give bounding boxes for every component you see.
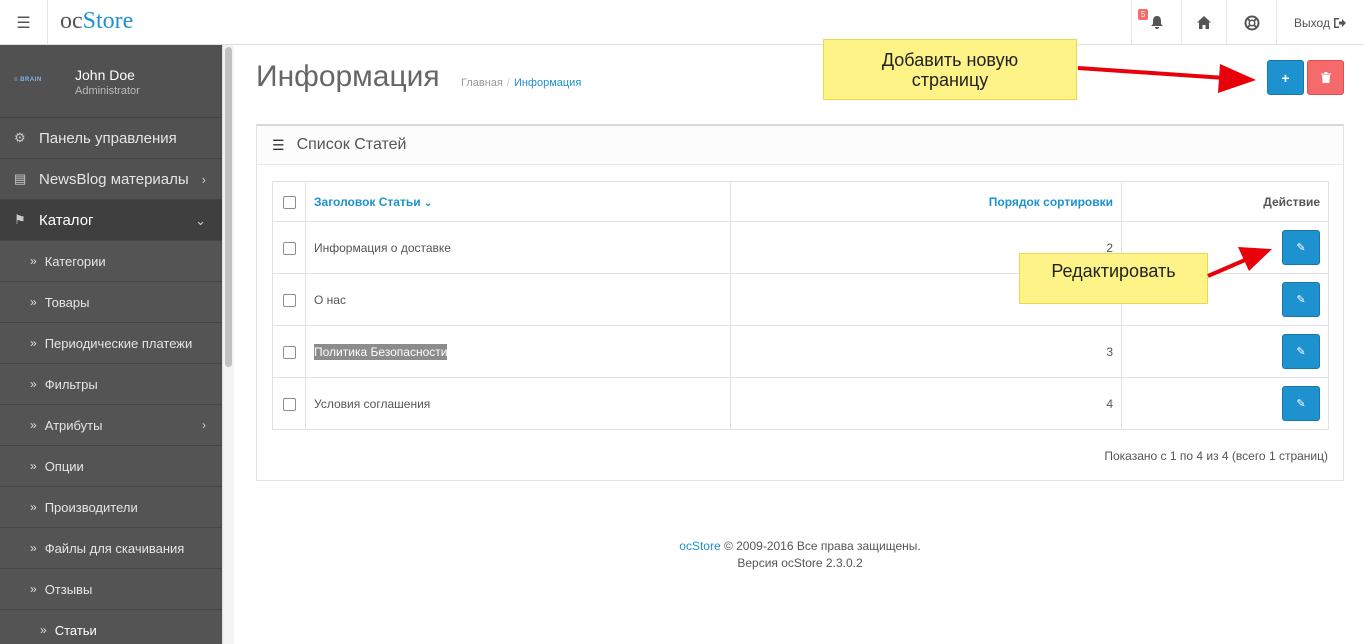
edit-button[interactable]: ✎ — [1282, 386, 1320, 421]
delete-button[interactable] — [1307, 60, 1344, 95]
row-checkbox[interactable] — [282, 293, 296, 307]
logo[interactable]: ocStore — [60, 8, 133, 35]
row-checkbox[interactable] — [282, 345, 296, 359]
sidebar-item-products[interactable]: » Товары — [0, 282, 222, 323]
sidebar-item-manufacturers[interactable]: » Производители — [0, 487, 222, 528]
sidebar-item-catalog[interactable]: ⚑ Каталог ⌄ — [0, 200, 222, 241]
row-checkbox[interactable] — [282, 241, 296, 255]
pagination-info: Показано с 1 по 4 из 4 (всего 1 страниц) — [1104, 449, 1328, 463]
tags-icon: ⚑ — [14, 212, 26, 227]
arrow-to-add-button — [1077, 64, 1256, 93]
sidebar-item-reviews[interactable]: » Отзывы — [0, 569, 222, 610]
lifebuoy-icon — [1244, 15, 1259, 30]
article-title: Условия соглашения — [305, 377, 731, 430]
article-title: Информация о доставке — [305, 221, 731, 274]
page-title: Информация — [256, 60, 440, 93]
breadcrumb-home-link[interactable]: Главная — [461, 77, 503, 89]
footer-version: Версия ocStore 2.3.0.2 — [737, 556, 863, 570]
double-chevron-icon: » — [40, 623, 47, 637]
pencil-icon: ✎ — [1296, 242, 1306, 254]
user-role: Administrator — [75, 85, 140, 97]
panel-title: Список Статей — [296, 136, 407, 153]
article-sort-order: 4 — [730, 377, 1122, 430]
double-chevron-icon: » — [30, 418, 37, 432]
double-chevron-icon: » — [30, 459, 37, 473]
scrollbar-thumb[interactable] — [225, 47, 232, 367]
sidebar-item-dashboard[interactable]: ⚙ Панель управления — [0, 118, 222, 159]
chevron-right-icon: › — [201, 172, 206, 187]
notification-badge: 5 — [1138, 9, 1149, 20]
sidebar-item-articles[interactable]: » Статьи — [0, 610, 222, 644]
user-profile[interactable]: ≡ BRAIN John Doe Administrator — [0, 45, 222, 118]
double-chevron-icon: » — [30, 336, 37, 350]
double-chevron-icon: » — [30, 500, 37, 514]
sidebar-item-recurring[interactable]: » Периодические платежи — [0, 323, 222, 364]
double-chevron-icon: » — [30, 295, 37, 309]
article-title: Политика Безопасности — [314, 343, 448, 360]
pencil-icon: ✎ — [1296, 346, 1306, 358]
annotation-add-page: Добавить новую страницу — [823, 39, 1077, 100]
column-header-sort-order[interactable]: Порядок сортировки — [730, 181, 1122, 222]
sidebar-scrollbar[interactable] — [222, 45, 234, 644]
edit-button[interactable]: ✎ — [1282, 282, 1320, 317]
home-icon — [1197, 16, 1211, 29]
select-all-checkbox[interactable] — [282, 195, 296, 209]
breadcrumb-current-link[interactable]: Информация — [514, 77, 581, 89]
sidebar: ≡ BRAIN John Doe Administrator ⚙ Панель … — [0, 45, 222, 644]
sort-caret-icon: ⌄ — [423, 197, 433, 209]
table-row: Условия соглашения 4 ✎ — [272, 377, 1329, 430]
menu-toggle-button[interactable]: ☰ — [0, 0, 48, 45]
pencil-icon: ✎ — [1296, 398, 1306, 410]
help-button[interactable] — [1226, 0, 1276, 45]
double-chevron-icon: » — [30, 582, 37, 596]
row-checkbox[interactable] — [282, 397, 296, 411]
footer-copyright: © 2009-2016 Все права защищены. — [720, 539, 921, 553]
panel-heading: ☰ Список Статей — [257, 126, 1343, 165]
top-header: ☰ ocStore 5 Выход — [0, 0, 1364, 45]
annotation-edit: Редактировать — [1019, 253, 1208, 304]
newspaper-icon: ▤ — [14, 171, 27, 186]
footer: ocStore © 2009-2016 Все права защищены. … — [256, 538, 1344, 572]
sidebar-item-categories[interactable]: » Категории — [0, 241, 222, 282]
avatar: ≡ BRAIN — [14, 77, 42, 83]
menu-icon: ☰ — [16, 14, 31, 32]
dashboard-icon: ⚙ — [14, 130, 26, 145]
articles-table: Заголовок Статьи ⌄ Порядок сортировки Де… — [272, 181, 1329, 430]
table-row: Политика Безопасности 3 ✎ — [272, 325, 1329, 378]
double-chevron-icon: » — [30, 541, 37, 555]
column-header-title[interactable]: Заголовок Статьи ⌄ — [305, 181, 731, 222]
chevron-down-icon: ⌄ — [195, 213, 206, 228]
logout-button[interactable]: Выход — [1276, 0, 1364, 45]
article-title: О нас — [305, 273, 731, 326]
table-header-row: Заголовок Статьи ⌄ Порядок сортировки Де… — [272, 181, 1329, 222]
breadcrumb: Главная / Информация — [461, 77, 581, 89]
edit-button[interactable]: ✎ — [1282, 230, 1320, 265]
user-name: John Doe — [75, 67, 135, 83]
article-sort-order: 3 — [730, 325, 1122, 378]
column-header-action: Действие — [1121, 181, 1329, 222]
trash-icon — [1320, 72, 1331, 83]
sign-out-icon — [1333, 17, 1346, 28]
edit-button[interactable]: ✎ — [1282, 334, 1320, 369]
sidebar-item-attributes[interactable]: » Атрибуты › — [0, 405, 222, 446]
sidebar-item-options[interactable]: » Опции — [0, 446, 222, 487]
sidebar-item-filters[interactable]: » Фильтры — [0, 364, 222, 405]
notifications-button[interactable]: 5 — [1131, 0, 1181, 45]
bell-icon — [1150, 16, 1163, 29]
double-chevron-icon: » — [30, 377, 37, 391]
add-button[interactable]: + — [1267, 60, 1304, 95]
sidebar-item-downloads[interactable]: » Файлы для скачивания — [0, 528, 222, 569]
plus-icon: + — [1281, 69, 1290, 86]
double-chevron-icon: » — [30, 254, 37, 268]
select-all-cell — [272, 181, 306, 222]
home-button[interactable] — [1181, 0, 1226, 45]
chevron-right-icon: › — [202, 418, 206, 432]
list-icon: ☰ — [272, 136, 285, 153]
pencil-icon: ✎ — [1296, 294, 1306, 306]
breadcrumb-separator: / — [506, 77, 510, 89]
footer-brand-link[interactable]: ocStore — [679, 539, 720, 553]
sidebar-item-newsblog[interactable]: ▤ NewsBlog материалы › — [0, 159, 222, 200]
